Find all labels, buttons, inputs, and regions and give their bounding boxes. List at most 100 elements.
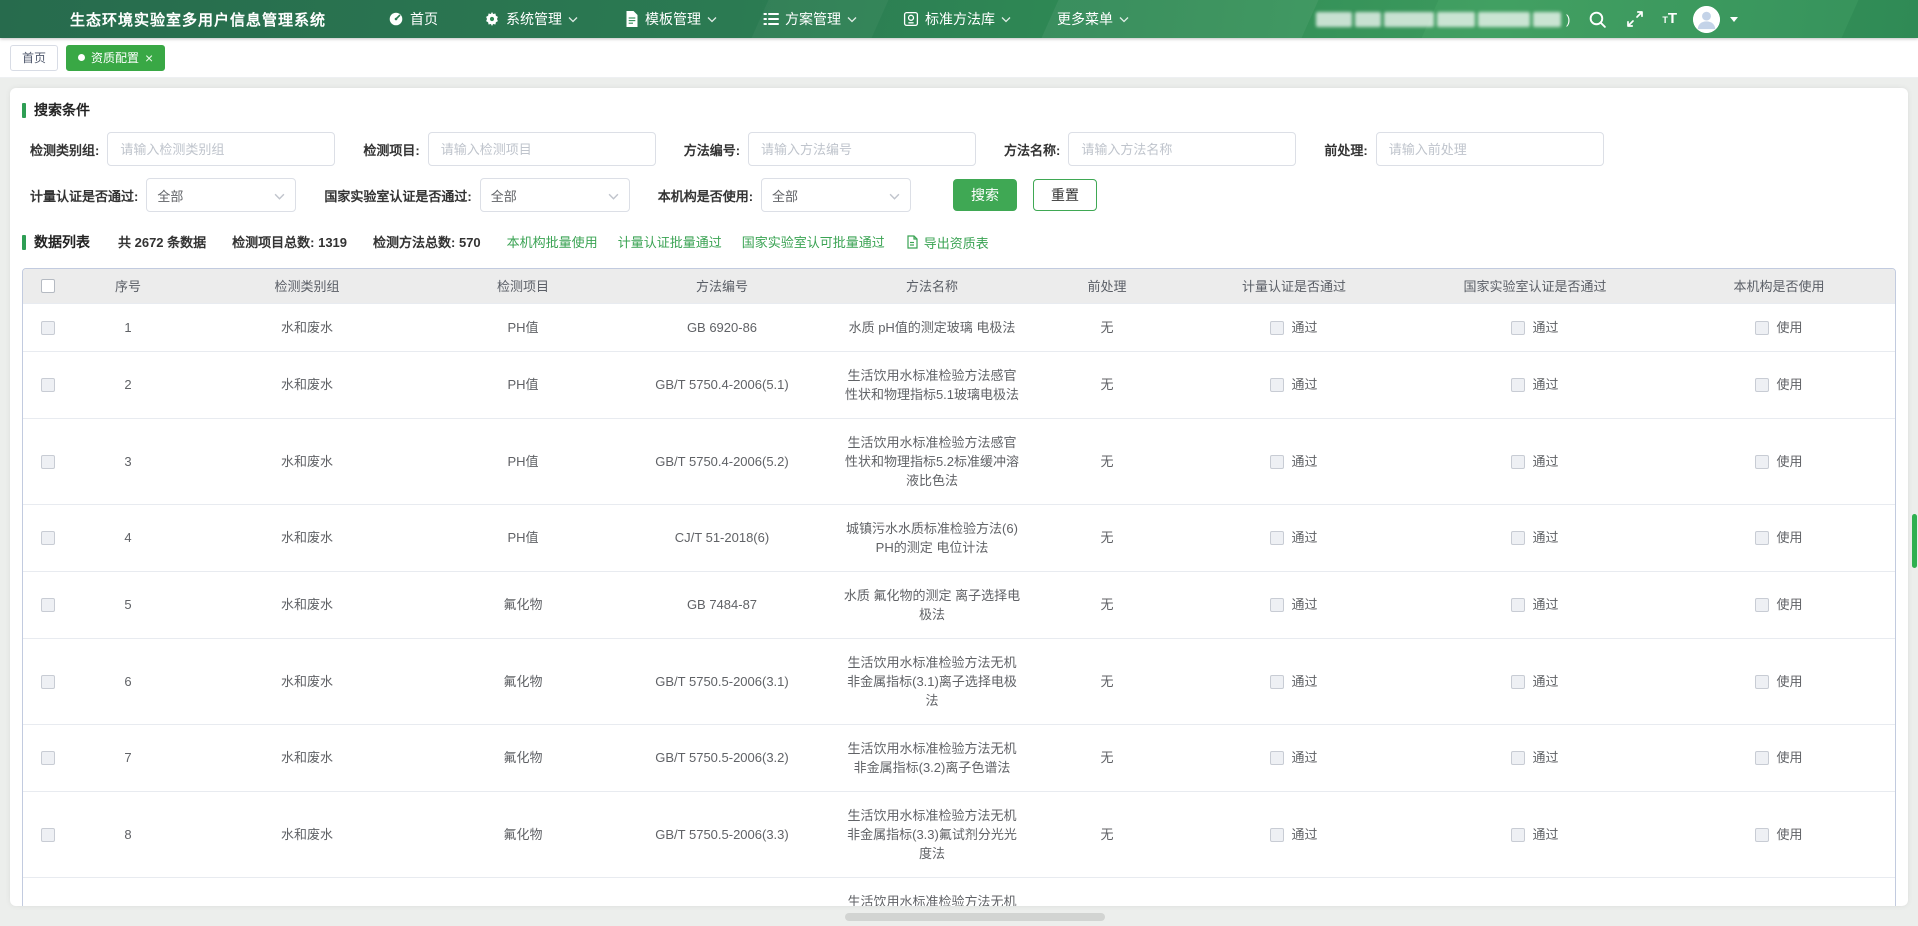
row-checkbox[interactable] — [41, 531, 55, 545]
org-use-checkbox[interactable] — [1755, 751, 1769, 765]
action-batch-metrology-pass[interactable]: 计量认证批量通过 — [618, 235, 722, 250]
org-use-checkbox[interactable] — [1755, 321, 1769, 335]
search-button[interactable]: 搜索 — [953, 179, 1017, 211]
cell-item: 氟化物 — [431, 791, 615, 877]
cell-method-name: 水质 pH值的测定玻璃 电极法 — [829, 303, 1035, 351]
search-icon[interactable] — [1586, 8, 1608, 30]
menu-system[interactable]: 系统管理 — [484, 9, 578, 29]
cell-pretreatment: 无 — [1035, 351, 1179, 418]
org-use-checkbox[interactable] — [1755, 675, 1769, 689]
export-file-icon — [905, 235, 919, 249]
national-lab-pass-checkbox[interactable] — [1511, 598, 1525, 612]
redaction-block — [1384, 12, 1434, 27]
select-all-checkbox[interactable] — [41, 279, 55, 293]
metrology-pass-checkbox[interactable] — [1270, 378, 1284, 392]
cell-group: 水和废水 — [183, 638, 431, 724]
metrology-pass-checkbox[interactable] — [1270, 455, 1284, 469]
fullscreen-icon[interactable] — [1624, 8, 1646, 30]
export-qualification-button[interactable]: 导出资质表 — [905, 233, 989, 252]
national-lab-pass-checkbox[interactable] — [1511, 378, 1525, 392]
menu-template[interactable]: 模板管理 — [624, 9, 717, 29]
redaction-block — [1533, 12, 1561, 27]
metrology-pass-checkbox[interactable] — [1270, 321, 1284, 335]
org-use-label: 使用 — [1776, 320, 1802, 335]
metrology-pass-checkbox[interactable] — [1270, 598, 1284, 612]
table-row: 8水和废水氟化物GB/T 5750.5-2006(3.3)生活饮用水标准检验方法… — [23, 791, 1896, 877]
close-tab-icon[interactable]: × — [145, 51, 153, 65]
chevron-down-icon — [1119, 16, 1129, 23]
menu-home[interactable]: 首页 — [388, 9, 438, 29]
menu-scheme[interactable]: 方案管理 — [763, 9, 857, 29]
horizontal-scrollbar-thumb[interactable] — [845, 913, 1105, 921]
field-pretreatment: 前处理: — [1324, 132, 1603, 166]
gear-icon — [484, 11, 500, 27]
tab-home[interactable]: 首页 — [10, 45, 58, 71]
org-use-checkbox[interactable] — [1755, 828, 1769, 842]
metrology-pass-checkbox[interactable] — [1270, 675, 1284, 689]
row-checkbox[interactable] — [41, 828, 55, 842]
avatar[interactable] — [1693, 6, 1720, 33]
app-title: 生态环境实验室多用户信息管理系统 — [70, 9, 326, 30]
cell-org-use — [1661, 877, 1896, 906]
method-code-input[interactable] — [748, 132, 976, 166]
search-form-row-1: 检测类别组:检测项目:方法编号:方法名称:前处理: — [30, 132, 1896, 166]
cell-national-lab-pass: 通过 — [1409, 418, 1661, 504]
top-navbar: 生态环境实验室多用户信息管理系统 首页 系统管理 模板管理 方案管理 标准方法库 更多菜单… — [0, 0, 1918, 38]
row-checkbox[interactable] — [41, 598, 55, 612]
menu-standard-library[interactable]: 标准方法库 — [903, 9, 1011, 29]
menu-more[interactable]: 更多菜单 — [1057, 9, 1129, 29]
metrology-pass-checkbox[interactable] — [1270, 751, 1284, 765]
org-use-checkbox[interactable] — [1755, 531, 1769, 545]
chevron-down-icon[interactable] — [1730, 17, 1738, 22]
detect-group-input[interactable] — [107, 132, 335, 166]
row-checkbox-cell — [23, 303, 73, 351]
org-used-select[interactable]: 全部 — [761, 178, 911, 212]
action-batch-national-lab-pass[interactable]: 国家实验室认可批量通过 — [742, 235, 885, 250]
national-lab-pass-checkbox[interactable] — [1511, 675, 1525, 689]
national-lab-pass-label: 通过 — [1532, 320, 1558, 335]
metrology-pass-checkbox[interactable] — [1270, 828, 1284, 842]
pretreatment-input[interactable] — [1376, 132, 1604, 166]
scheme-icon — [763, 12, 779, 26]
cell-national-lab-pass: 通过 — [1409, 638, 1661, 724]
org-use-checkbox[interactable] — [1755, 455, 1769, 469]
metrology-pass-label: 通过 — [1291, 674, 1317, 689]
metrology-cert-passed-label: 计量认证是否通过: — [30, 186, 138, 205]
cell-no — [73, 877, 183, 906]
metrology-cert-passed-select[interactable]: 全部 — [146, 178, 296, 212]
national-lab-pass-checkbox[interactable] — [1511, 321, 1525, 335]
cell-code: GB/T 5750.5-2006(3.3) — [615, 791, 829, 877]
cell-item: PH值 — [431, 303, 615, 351]
national-lab-pass-checkbox[interactable] — [1511, 455, 1525, 469]
org-use-checkbox[interactable] — [1755, 378, 1769, 392]
national-lab-pass-checkbox[interactable] — [1511, 751, 1525, 765]
row-checkbox[interactable] — [41, 321, 55, 335]
row-checkbox[interactable] — [41, 455, 55, 469]
cell-item — [431, 877, 615, 906]
org-use-checkbox[interactable] — [1755, 598, 1769, 612]
field-metrology-cert-passed: 计量认证是否通过: 全部 — [30, 178, 296, 212]
cell-method-name: 生活饮用水标准检验方法无机非金属指标(3.1)离子选择电极法 — [829, 638, 1035, 724]
national-lab-cert-passed-select[interactable]: 全部 — [480, 178, 630, 212]
national-lab-pass-checkbox[interactable] — [1511, 828, 1525, 842]
cell-org-use: 使用 — [1661, 351, 1896, 418]
template-icon — [624, 11, 639, 27]
row-checkbox[interactable] — [41, 675, 55, 689]
row-checkbox[interactable] — [41, 378, 55, 392]
cell-org-use: 使用 — [1661, 504, 1896, 571]
data-table: 序号检测类别组检测项目方法编号方法名称前处理计量认证是否通过国家实验室认证是否通… — [22, 268, 1896, 906]
action-batch-org-use[interactable]: 本机构批量使用 — [507, 235, 598, 250]
column-header-3: 方法编号 — [615, 269, 829, 303]
table-row: 2水和废水PH值GB/T 5750.4-2006(5.1)生活饮用水标准检验方法… — [23, 351, 1896, 418]
national-lab-pass-checkbox[interactable] — [1511, 531, 1525, 545]
tab-qualification-config[interactable]: 资质配置 × — [66, 45, 165, 71]
reset-button[interactable]: 重置 — [1033, 179, 1097, 211]
method-name-input[interactable] — [1068, 132, 1296, 166]
row-checkbox[interactable] — [41, 751, 55, 765]
font-size-icon[interactable]: TT — [1662, 11, 1677, 27]
metrology-pass-checkbox[interactable] — [1270, 531, 1284, 545]
vertical-scrollbar-thumb[interactable] — [1912, 514, 1917, 568]
stats-group: 共 2672 条数据检测项目总数: 1319检测方法总数: 570 — [118, 232, 507, 252]
org-use-label: 使用 — [1776, 674, 1802, 689]
detect-item-input[interactable] — [428, 132, 656, 166]
